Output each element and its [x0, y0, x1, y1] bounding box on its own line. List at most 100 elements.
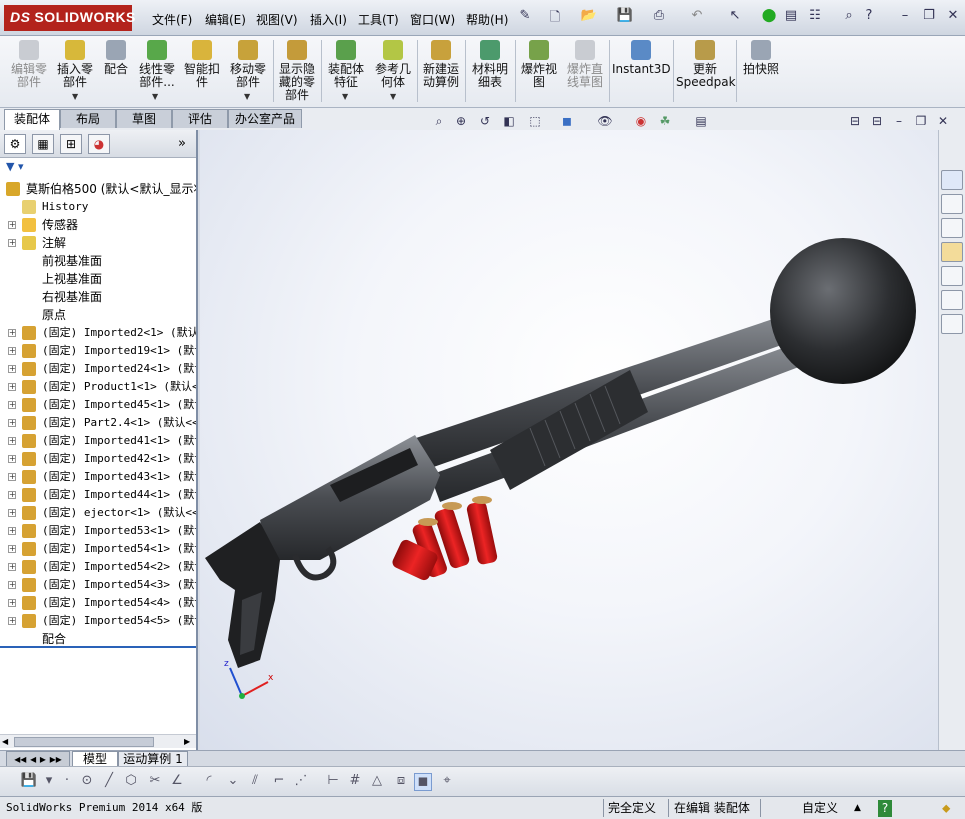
- linear-pattern-button[interactable]: 线性零 部件...: [136, 40, 178, 89]
- chevron-down-icon[interactable]: ▼: [342, 92, 348, 101]
- explode-line-sketch-button[interactable]: 爆炸直 线草图: [563, 40, 607, 89]
- restore-icon[interactable]: ❐: [920, 8, 938, 26]
- expand-icon[interactable]: +: [8, 545, 16, 553]
- tab-model[interactable]: 模型: [72, 751, 118, 767]
- offset-icon[interactable]: ⫽: [246, 773, 264, 791]
- options-icon[interactable]: ☷: [806, 8, 824, 26]
- search-commands-icon[interactable]: ⌕: [840, 8, 858, 26]
- new-motion-study-button[interactable]: 新建运 动算例: [420, 40, 462, 89]
- view-palette-icon[interactable]: [941, 266, 963, 286]
- tree-item[interactable]: + (固定) Imported54<5> (默认: [0, 612, 196, 630]
- polygon-icon[interactable]: ⬡: [122, 773, 140, 791]
- tab-motion-study-1[interactable]: 运动算例 1: [118, 751, 188, 767]
- tree-item[interactable]: + (固定) Imported53<1> (默认: [0, 522, 196, 540]
- file-explorer-icon[interactable]: [941, 242, 963, 262]
- scroll-right-icon[interactable]: ▶: [184, 736, 194, 747]
- trim-icon[interactable]: ✂: [146, 773, 164, 791]
- select-cursor-icon[interactable]: ↖: [726, 8, 744, 26]
- pin-icon[interactable]: ✎: [516, 8, 534, 26]
- angle-icon[interactable]: ∠: [168, 773, 186, 791]
- tree-item[interactable]: + (固定) Product1<1> (默认<: [0, 378, 196, 396]
- bill-of-materials-button[interactable]: 材料明 细表: [468, 40, 512, 89]
- chevron-down-icon[interactable]: ▼: [72, 92, 78, 101]
- menu-file[interactable]: 文件(F): [152, 11, 192, 28]
- tab-evaluate[interactable]: 评估: [172, 109, 228, 128]
- tree-item[interactable]: + (固定) Imported45<1> (默认: [0, 396, 196, 414]
- smart-fasteners-button[interactable]: 智能扣 件: [182, 40, 222, 89]
- exploded-view-button[interactable]: 爆炸视 图: [518, 40, 560, 89]
- tree-item[interactable]: History: [0, 198, 196, 216]
- assembly-features-button[interactable]: 装配体 特征: [324, 40, 368, 89]
- expand-icon[interactable]: +: [8, 347, 16, 355]
- expand-icon[interactable]: +: [8, 401, 16, 409]
- expand-icon[interactable]: +: [8, 455, 16, 463]
- tree-item[interactable]: + (固定) Imported19<1> (默认: [0, 342, 196, 360]
- chevron-down-icon[interactable]: ▼: [390, 92, 396, 101]
- expand-icon[interactable]: +: [8, 509, 16, 517]
- expand-icon[interactable]: +: [8, 383, 16, 391]
- tab-office-products[interactable]: 办公室产品: [228, 109, 302, 128]
- grid-icon[interactable]: #: [346, 773, 364, 791]
- print-icon[interactable]: ⎙: [650, 8, 668, 26]
- tree-item[interactable]: + (固定) Imported54<1> (默认: [0, 540, 196, 558]
- tree-item[interactable]: + (固定) Imported44<1> (默认: [0, 486, 196, 504]
- tree-item[interactable]: + (固定) Part2.4<1> (默认<<: [0, 414, 196, 432]
- tree-item[interactable]: 上视基准面: [0, 270, 196, 288]
- tree-item[interactable]: + 注解: [0, 234, 196, 252]
- expand-icon[interactable]: +: [8, 581, 16, 589]
- shaded-cube-icon[interactable]: ◼: [414, 773, 432, 791]
- close-icon[interactable]: ✕: [944, 8, 962, 26]
- rollback-bar[interactable]: [0, 646, 196, 648]
- expand-icon[interactable]: +: [8, 617, 16, 625]
- dimension-icon[interactable]: ⊢: [324, 773, 342, 791]
- expand-icon[interactable]: +: [8, 239, 16, 247]
- undo-icon[interactable]: ↶: [688, 8, 706, 26]
- cube-icon[interactable]: ⧈: [392, 773, 410, 791]
- triangle-icon[interactable]: △: [368, 773, 386, 791]
- rebuild-light-icon[interactable]: ⬥: [942, 800, 950, 817]
- point-icon[interactable]: ·: [58, 773, 76, 791]
- tree-item[interactable]: + (固定) Imported2<1> (默认<: [0, 324, 196, 342]
- expand-icon[interactable]: +: [8, 329, 16, 337]
- chevron-up-icon[interactable]: ▲: [854, 800, 861, 817]
- tree-item[interactable]: 原点: [0, 306, 196, 324]
- menu-insert[interactable]: 插入(I): [310, 11, 347, 28]
- tab-layout[interactable]: 布局: [60, 109, 116, 128]
- tree-item[interactable]: 右视基准面: [0, 288, 196, 306]
- expand-icon[interactable]: +: [8, 563, 16, 571]
- tab-navigation-arrows[interactable]: ◂◂ ◂ ▸ ▸▸: [6, 751, 70, 767]
- expand-icon[interactable]: +: [8, 473, 16, 481]
- custom-properties-icon[interactable]: [941, 314, 963, 334]
- expand-icon[interactable]: +: [8, 527, 16, 535]
- expand-arrow-icon[interactable]: »: [178, 136, 186, 151]
- mate-button[interactable]: 配合: [100, 40, 132, 76]
- menu-window[interactable]: 窗口(W): [410, 11, 455, 28]
- menu-help[interactable]: 帮助(H): [466, 11, 508, 28]
- tree-filter[interactable]: ▼ ▾: [6, 160, 196, 176]
- chevron-down-icon[interactable]: ▼: [244, 92, 250, 101]
- help-icon[interactable]: ?: [878, 800, 892, 817]
- show-hidden-components-button[interactable]: 显示隐 藏的零 部件: [276, 40, 318, 102]
- circle-icon[interactable]: ⊙: [78, 773, 96, 791]
- expand-icon[interactable]: +: [8, 491, 16, 499]
- tab-sketch[interactable]: 草图: [116, 109, 172, 128]
- instant3d-button[interactable]: Instant3D: [612, 40, 671, 76]
- tab-assembly[interactable]: 装配体: [4, 109, 60, 130]
- expand-icon[interactable]: +: [8, 221, 16, 229]
- line-icon[interactable]: ╱: [100, 773, 118, 791]
- rebuild-icon[interactable]: ⬤: [760, 8, 778, 26]
- expand-icon[interactable]: +: [8, 437, 16, 445]
- save-icon[interactable]: 💾: [616, 8, 634, 26]
- appearances-icon[interactable]: [941, 290, 963, 310]
- edit-component-button[interactable]: 编辑零 部件: [8, 40, 50, 89]
- tree-item[interactable]: + (固定) Imported54<4> (默认: [0, 594, 196, 612]
- expand-icon[interactable]: +: [8, 599, 16, 607]
- configuration-manager-tab[interactable]: ⊞: [60, 134, 82, 154]
- property-manager-tab[interactable]: ▦: [32, 134, 54, 154]
- menu-tools[interactable]: 工具(T): [358, 11, 399, 28]
- tree-item[interactable]: + (固定) Imported41<1> (默认: [0, 432, 196, 450]
- open-folder-icon[interactable]: 📂: [580, 8, 598, 26]
- tree-item[interactable]: + (固定) ejector<1> (默认<<: [0, 504, 196, 522]
- horizontal-scrollbar[interactable]: ◀ ▶: [0, 734, 196, 748]
- design-library-icon[interactable]: [941, 218, 963, 238]
